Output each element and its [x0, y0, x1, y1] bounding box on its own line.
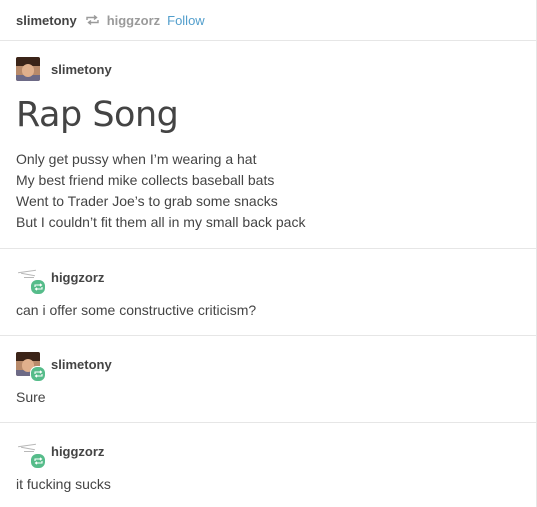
- poster-username[interactable]: slimetony: [16, 13, 77, 28]
- avatar[interactable]: [16, 439, 46, 469]
- comment-author-row: higgzorz: [16, 439, 104, 469]
- comment-author-name[interactable]: higgzorz: [51, 444, 104, 459]
- lyric-line: My best friend mike collects baseball ba…: [16, 172, 275, 188]
- reblog-comment: higgzorz it fucking sucks: [0, 423, 537, 507]
- post-author-name[interactable]: slimetony: [51, 62, 112, 77]
- comment-text: Sure: [16, 389, 46, 405]
- comment-author-name[interactable]: slimetony: [51, 357, 112, 372]
- comment-author-row: slimetony: [16, 352, 112, 382]
- lyric-line: Went to Trader Joe’s to grab some snacks: [16, 193, 278, 209]
- comment-author-name[interactable]: higgzorz: [51, 270, 104, 285]
- reblog-badge-icon: [30, 453, 46, 469]
- lyric-line: But I couldn’t fit them all in my small …: [16, 214, 306, 230]
- lyric-line: Only get pussy when I’m wearing a hat: [16, 151, 257, 167]
- follow-button[interactable]: Follow: [167, 13, 205, 28]
- post-body: Only get pussy when I’m wearing a hat My…: [16, 149, 305, 233]
- comment-text: it fucking sucks: [16, 476, 111, 492]
- reblog-badge-icon: [30, 279, 46, 295]
- original-post: slimetony Rap Song Only get pussy when I…: [0, 41, 537, 249]
- reblog-icon: [85, 14, 100, 26]
- reblogged-from-username[interactable]: higgzorz: [107, 13, 160, 28]
- reblog-comment: slimetony Sure: [0, 336, 537, 423]
- post-author-row: slimetony: [16, 57, 112, 81]
- post-title: Rap Song: [16, 95, 179, 135]
- comment-author-row: higgzorz: [16, 265, 104, 295]
- avatar[interactable]: [16, 265, 46, 295]
- reblog-badge-icon: [30, 366, 46, 382]
- post-header: slimetony higgzorz Follow: [0, 0, 537, 41]
- avatar[interactable]: [16, 352, 46, 382]
- reblog-comment: higgzorz can i offer some constructive c…: [0, 249, 537, 336]
- avatar[interactable]: [16, 57, 40, 81]
- comment-text: can i offer some constructive criticism?: [16, 302, 257, 318]
